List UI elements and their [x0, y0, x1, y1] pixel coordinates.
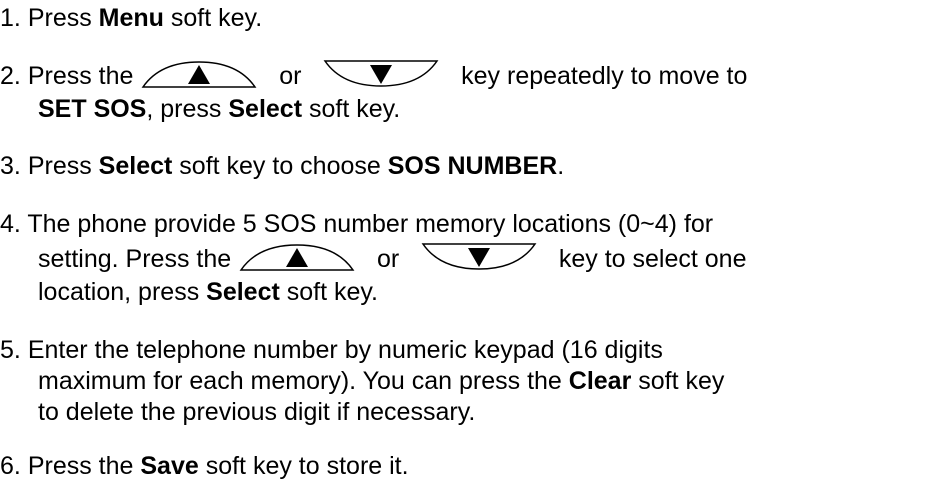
- select-key-label: Select: [206, 278, 280, 306]
- step-5: 5. Enter the telephone number by numeric…: [0, 335, 663, 365]
- select-key-label: Select: [98, 152, 173, 180]
- step-2-cont: SET SOS, press Select soft key.: [38, 94, 400, 124]
- step-text: key to select one: [558, 245, 747, 273]
- step-2: 2. Press the or key repeatedly to move t…: [0, 61, 747, 92]
- clear-key-label: Clear: [568, 367, 632, 395]
- step-text: location, press: [38, 278, 207, 306]
- down-arrow-key-icon: [322, 59, 440, 89]
- step-text: soft key: [631, 367, 725, 395]
- step-text: Press: [27, 152, 99, 180]
- step-text: or: [279, 62, 302, 90]
- step-4-cont: setting. Press the or key to select one: [38, 244, 747, 275]
- up-arrow-key-icon: [238, 242, 356, 272]
- step-text: Press the: [27, 452, 141, 480]
- step-number: 3.: [0, 152, 21, 180]
- step-4: 4. The phone provide 5 SOS number memory…: [0, 209, 713, 239]
- select-key-label: Select: [228, 95, 303, 123]
- step-text: setting. Press the: [38, 245, 239, 273]
- step-text: soft key.: [302, 95, 401, 123]
- step-5-cont: maximum for each memory). You can press …: [38, 366, 724, 396]
- set-sos-label: SET SOS: [38, 95, 147, 123]
- step-1: 1. Press Menu soft key.: [0, 3, 262, 33]
- step-5-cont2: to delete the previous digit if necessar…: [38, 397, 475, 427]
- step-text: .: [557, 152, 565, 180]
- step-text: to delete the previous digit if necessar…: [38, 398, 476, 426]
- step-text: Press: [27, 4, 99, 32]
- step-text: The phone provide 5 SOS number memory lo…: [27, 210, 714, 238]
- up-arrow-key-icon: [140, 59, 258, 89]
- step-number: 1.: [0, 4, 21, 32]
- step-3: 3. Press Select soft key to choose SOS N…: [0, 151, 564, 181]
- step-text: , press: [146, 95, 229, 123]
- step-text: soft key to store it.: [198, 452, 409, 480]
- step-text: Press the: [27, 62, 141, 90]
- step-number: 6.: [0, 452, 21, 480]
- step-text: Enter the telephone number by numeric ke…: [27, 336, 663, 364]
- down-arrow-key-icon: [420, 242, 538, 272]
- step-text: maximum for each memory). You can press …: [38, 367, 569, 395]
- sos-number-label: SOS NUMBER: [387, 152, 558, 180]
- save-key-label: Save: [140, 452, 199, 480]
- step-text: soft key.: [279, 278, 378, 306]
- step-6: 6. Press the Save soft key to store it.: [0, 451, 409, 481]
- step-text: soft key to choose: [172, 152, 388, 180]
- step-text: or: [376, 245, 400, 273]
- step-number: 4.: [0, 210, 21, 238]
- menu-key-label: Menu: [98, 4, 164, 32]
- step-text: key repeatedly to move to: [461, 62, 748, 90]
- step-4-cont2: location, press Select soft key.: [38, 277, 378, 307]
- step-number: 2.: [0, 62, 21, 90]
- step-number: 5.: [0, 336, 21, 364]
- step-text: soft key.: [163, 4, 263, 32]
